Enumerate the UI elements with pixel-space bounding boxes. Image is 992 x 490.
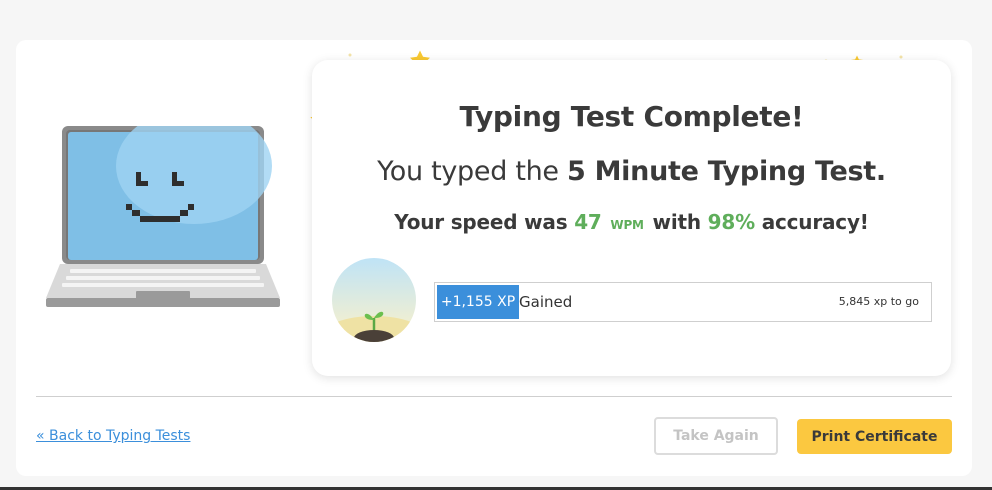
test-summary: You typed the 5 Minute Typing Test. <box>312 156 951 187</box>
page-title: Typing Test Complete! <box>459 100 804 133</box>
back-to-typing-tests-link[interactable]: « Back to Typing Tests <box>36 428 190 444</box>
laptop-smiley-icon <box>46 126 280 307</box>
xp-gained-amount: +1,155 XP <box>437 285 519 319</box>
test-name: 5 Minute Typing Test. <box>567 156 886 187</box>
xp-to-go: 5,845 xp to go <box>838 295 919 308</box>
accuracy-value: 98% <box>707 210 755 234</box>
speed-middle: with <box>652 210 702 234</box>
speed-summary: Your speed was 47 WPM with 98% accuracy! <box>312 210 951 234</box>
speed-prefix: Your speed was <box>394 210 568 234</box>
xp-progress-bar: +1,155 XP Gained 5,845 xp to go <box>434 282 932 322</box>
xp-gained-label: Gained <box>519 293 573 311</box>
print-certificate-button[interactable]: Print Certificate <box>797 419 952 454</box>
take-again-button[interactable]: Take Again <box>654 417 778 455</box>
sprout-avatar-icon <box>332 258 416 342</box>
divider <box>36 396 952 397</box>
wpm-value: 47 <box>574 210 602 234</box>
results-bubble: Typing Test Complete! You typed the 5 Mi… <box>312 60 951 376</box>
wpm-unit: WPM <box>610 218 644 232</box>
subtitle-prefix: You typed the <box>377 156 559 187</box>
accuracy-suffix: accuracy! <box>761 210 869 234</box>
